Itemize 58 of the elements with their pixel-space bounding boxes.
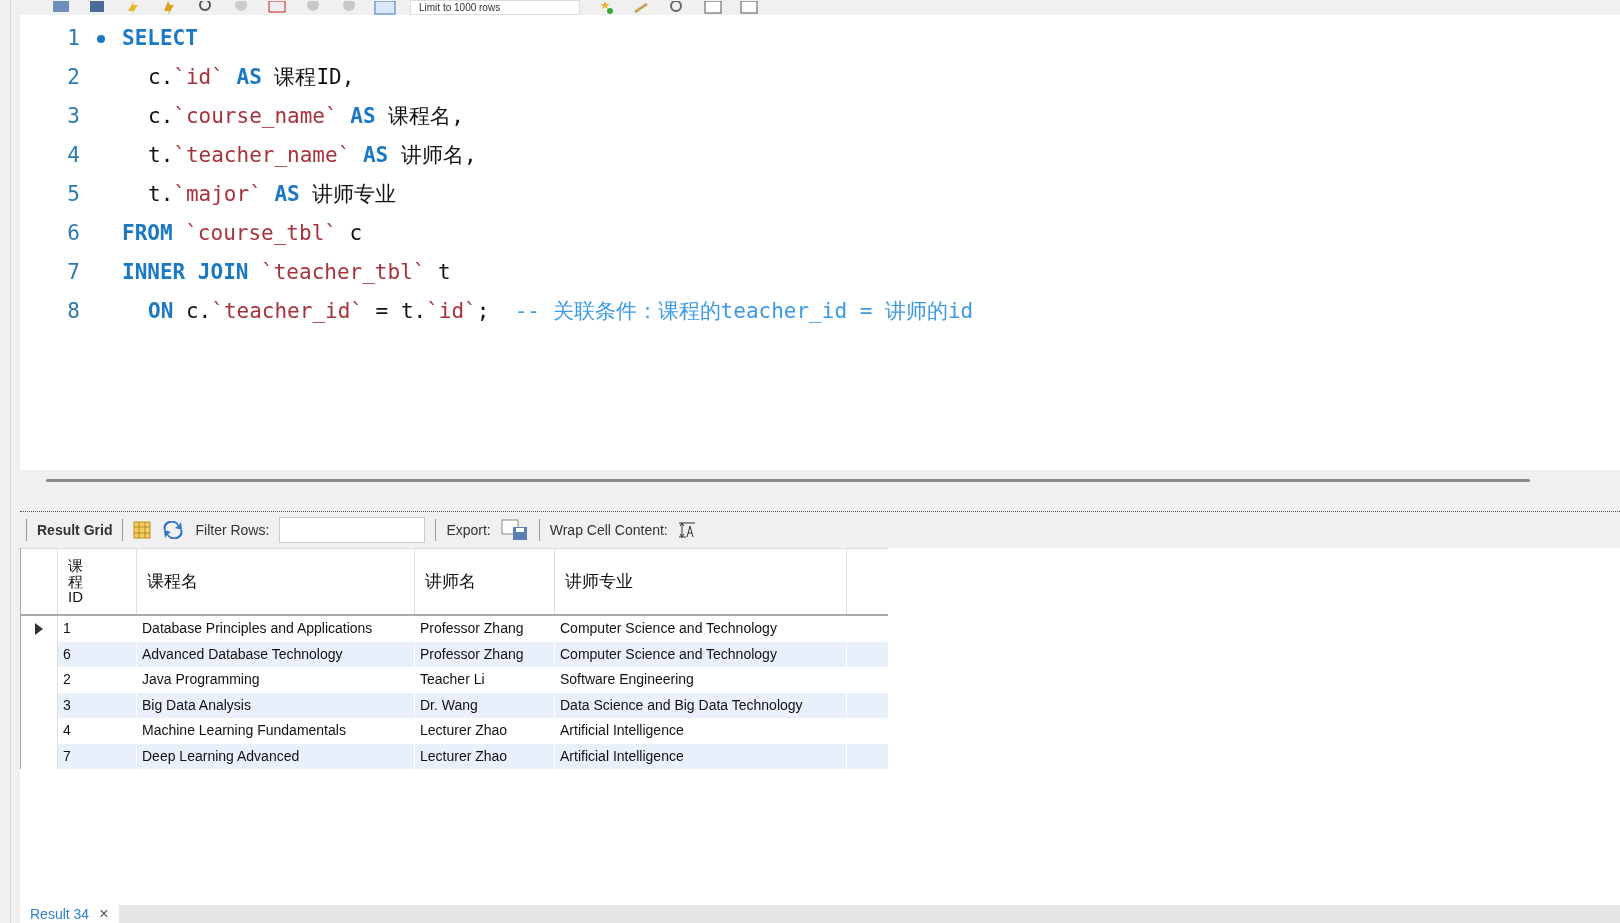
column-header[interactable]: 讲师名 <box>425 568 476 595</box>
table-cell-text: Deep Learning Advanced <box>142 746 300 766</box>
filter-rows-label: Filter Rows: <box>195 520 270 540</box>
table-cell-text: Advanced Database Technology <box>142 644 343 664</box>
code-line: FROM `course_tbl` c <box>122 219 363 247</box>
table-cell-text: Lecturer Zhao <box>420 746 508 766</box>
table-cell-text: 4 <box>63 721 71 741</box>
table-cell-text: Java Programming <box>142 670 260 690</box>
refresh-icon[interactable] <box>161 521 186 539</box>
table-cell-text: Professor Zhang <box>420 619 524 639</box>
table-cell-text: Computer Science and Technology <box>560 644 777 664</box>
table-cell-text: Software Engineering <box>560 670 694 690</box>
result-tab[interactable]: Result 34 <box>30 905 90 923</box>
line-number: 6 <box>66 219 80 247</box>
table-cell-text: Big Data Analysis <box>142 695 251 715</box>
table-cell-text: Lecturer Zhao <box>420 721 508 741</box>
line-number: 7 <box>66 258 80 286</box>
code-line: t.`major` AS 讲师专业 <box>147 180 397 208</box>
line-number: 8 <box>66 297 80 325</box>
table-cell-text: Machine Learning Fundamentals <box>142 721 346 741</box>
table-cell-text: 1 <box>63 619 71 639</box>
filter-rows-field[interactable] <box>279 517 426 543</box>
column-header[interactable]: 讲师专业 <box>565 568 633 595</box>
result-grid-label[interactable]: Result Grid <box>37 519 113 541</box>
table-cell-text: 2 <box>63 670 71 690</box>
table-cell-text: Database Principles and Applications <box>142 619 373 639</box>
limit-dropdown[interactable]: Limit to 1000 rows <box>410 0 580 15</box>
export-icon[interactable] <box>500 519 529 541</box>
close-tab-button[interactable]: × <box>99 905 109 923</box>
wrap-text-icon[interactable] <box>677 521 696 539</box>
line-number: 3 <box>66 102 80 130</box>
table-cell-text: Computer Science and Technology <box>560 619 777 639</box>
table-cell-text: 3 <box>63 695 71 715</box>
current-row-icon <box>35 622 43 635</box>
code-line: c.`course_name` AS 课程名, <box>147 102 464 130</box>
line-number: 2 <box>66 63 80 91</box>
column-header[interactable]: 课程名 <box>147 568 198 595</box>
line-number: 5 <box>66 180 80 208</box>
grid-icon[interactable] <box>133 521 152 539</box>
wrap-cell-content-label: Wrap Cell Content: <box>549 520 668 540</box>
table-cell-text: 6 <box>63 644 71 664</box>
code-line: ON c.`teacher_id` = t.`id`; -- 关联条件：课程的teacher_id = 讲师的id <box>147 297 974 325</box>
table-cell-text: Artificial Intelligence <box>560 721 684 741</box>
column-header[interactable]: 课程ID <box>68 557 85 606</box>
table-cell-text: Data Science and Big Data Technology <box>560 695 803 715</box>
table-cell-text: Professor Zhang <box>420 644 524 664</box>
line-number: 1 <box>66 24 80 52</box>
code-line: INNER JOIN `teacher_tbl` t <box>122 258 451 286</box>
horizontal-scrollbar[interactable] <box>46 478 1530 482</box>
table-cell-text: Artificial Intelligence <box>560 746 684 766</box>
table-cell-text: Teacher Li <box>420 670 485 690</box>
code-line: SELECT <box>122 24 198 52</box>
line-number: 4 <box>66 141 80 169</box>
export-label: Export: <box>446 520 491 540</box>
table-cell-text: Dr. Wang <box>420 695 478 715</box>
code-line: c.`id` AS 课程ID, <box>147 63 355 91</box>
table-cell-text: 7 <box>63 746 71 766</box>
code-line: t.`teacher_name` AS 讲师名, <box>147 141 477 169</box>
